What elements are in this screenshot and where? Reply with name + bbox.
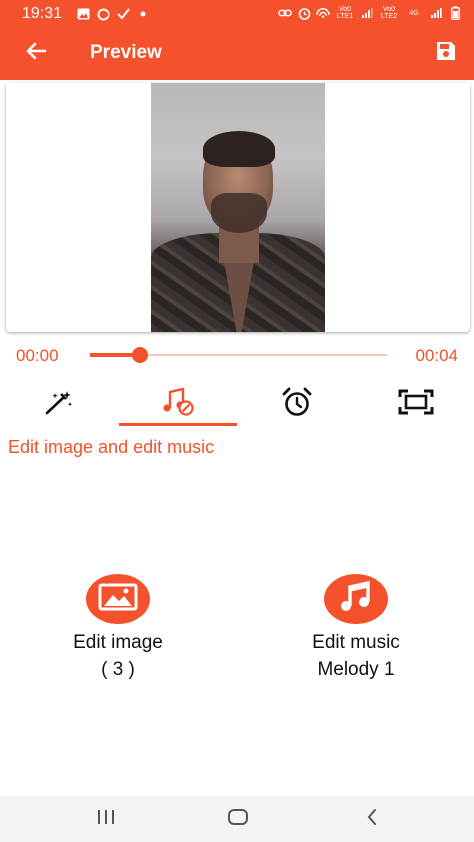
alarm-icon	[297, 6, 311, 20]
signal-icon	[429, 6, 443, 20]
gallery-icon	[76, 7, 90, 21]
current-time: 00:00	[16, 346, 59, 365]
status-time: 19:31	[22, 5, 63, 22]
home-icon	[227, 808, 249, 831]
alt-icon	[96, 7, 110, 21]
dot-icon	[136, 7, 150, 21]
tab-duration[interactable]	[238, 383, 356, 425]
network-label-4g: 4G	[409, 9, 419, 17]
image-icon	[98, 583, 138, 616]
save-icon	[435, 40, 457, 67]
tab-indicator	[119, 423, 237, 426]
section-heading: Edit image and edit music	[8, 437, 215, 457]
edit-music-button[interactable]: Edit music Melody 1	[256, 574, 456, 681]
tab-effects[interactable]	[0, 383, 118, 425]
network-label-sim2: Vo0 LTE2	[380, 6, 398, 20]
page-title: Preview	[90, 42, 162, 63]
back-icon	[366, 808, 378, 831]
system-nav-bar	[0, 796, 474, 842]
arrow-left-icon	[25, 42, 47, 65]
magic-wand-icon	[44, 389, 74, 420]
preview-card[interactable]	[6, 83, 470, 332]
music-note-icon	[340, 580, 372, 618]
edit-music-label: Edit music	[312, 632, 400, 653]
status-bar: 19:31 Vo0 LTE1 Vo0 LTE2 4G	[0, 0, 474, 30]
alarm-clock-icon	[281, 387, 313, 422]
tab-frame[interactable]	[357, 383, 474, 425]
edit-image-label: Edit image	[73, 632, 163, 653]
link-icon	[278, 6, 292, 20]
edit-image-button[interactable]: Edit image ( 3 )	[18, 574, 218, 681]
hotspot-icon	[316, 6, 330, 20]
check-icon	[116, 7, 130, 21]
edit-music-track: Melody 1	[317, 659, 395, 680]
signal-icon	[360, 6, 374, 20]
app-bar: Preview	[0, 30, 474, 76]
music-edit-icon	[161, 386, 195, 421]
home-button[interactable]	[218, 804, 258, 834]
battery-icon	[448, 6, 462, 20]
network-label-sim1: Vo0 LTE1	[336, 6, 354, 20]
seek-bar[interactable]	[90, 347, 387, 363]
preview-photo	[151, 83, 325, 332]
tool-tabs	[0, 383, 474, 427]
save-button[interactable]	[432, 39, 460, 67]
recents-button[interactable]	[86, 804, 126, 834]
nav-back-button[interactable]	[352, 804, 392, 834]
recents-icon	[96, 809, 116, 830]
total-time: 00:04	[415, 346, 458, 365]
back-button[interactable]	[22, 39, 50, 67]
seek-thumb[interactable]	[132, 347, 149, 363]
frame-icon	[398, 389, 434, 420]
tab-edit-media[interactable]	[119, 383, 237, 425]
edit-image-count: ( 3 )	[101, 659, 135, 680]
playback-bar: 00:00 00:04	[0, 340, 474, 370]
top-bar: 19:31 Vo0 LTE1 Vo0 LTE2 4G Preview	[0, 0, 474, 80]
